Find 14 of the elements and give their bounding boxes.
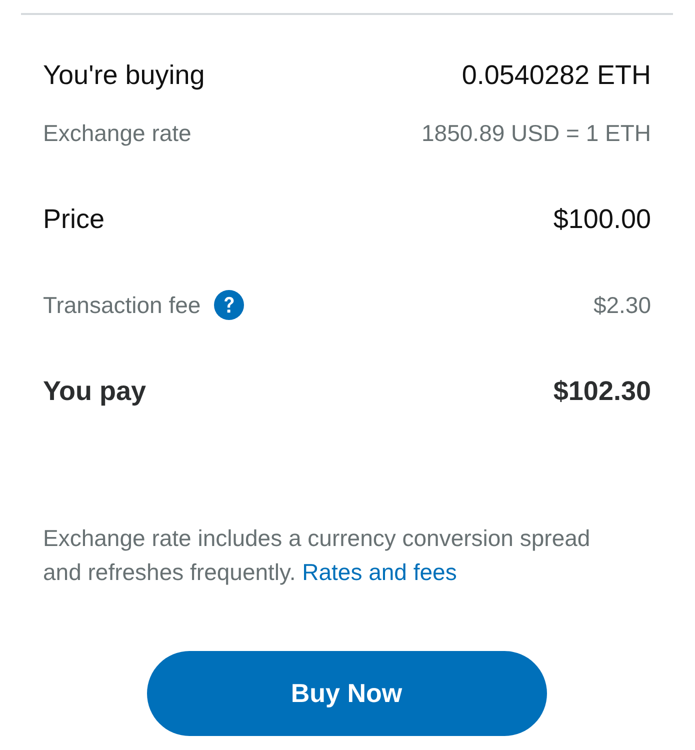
row-value: $2.30 <box>593 291 651 320</box>
detail-value: 1850.89 USD = 1 ETH <box>422 119 651 148</box>
row-value: $102.30 <box>553 375 651 408</box>
row-value: $100.00 <box>553 203 651 236</box>
disclaimer-text: Exchange rate includes a currency conversion spread and refreshes frequently. Rates and fees <box>43 524 592 587</box>
row-label: Price <box>43 203 105 236</box>
rates-and-fees-link[interactable]: Rates and fees <box>302 559 457 585</box>
row-label: Transaction fee <box>43 291 201 320</box>
row-label: You pay <box>43 375 146 408</box>
detail-label: Exchange rate <box>43 119 192 148</box>
row-value: 0.0540282 ETH <box>462 59 651 92</box>
row-label: You're buying <box>43 59 205 92</box>
help-icon[interactable] <box>214 290 244 320</box>
buy-now-button[interactable]: Buy Now <box>146 651 546 736</box>
